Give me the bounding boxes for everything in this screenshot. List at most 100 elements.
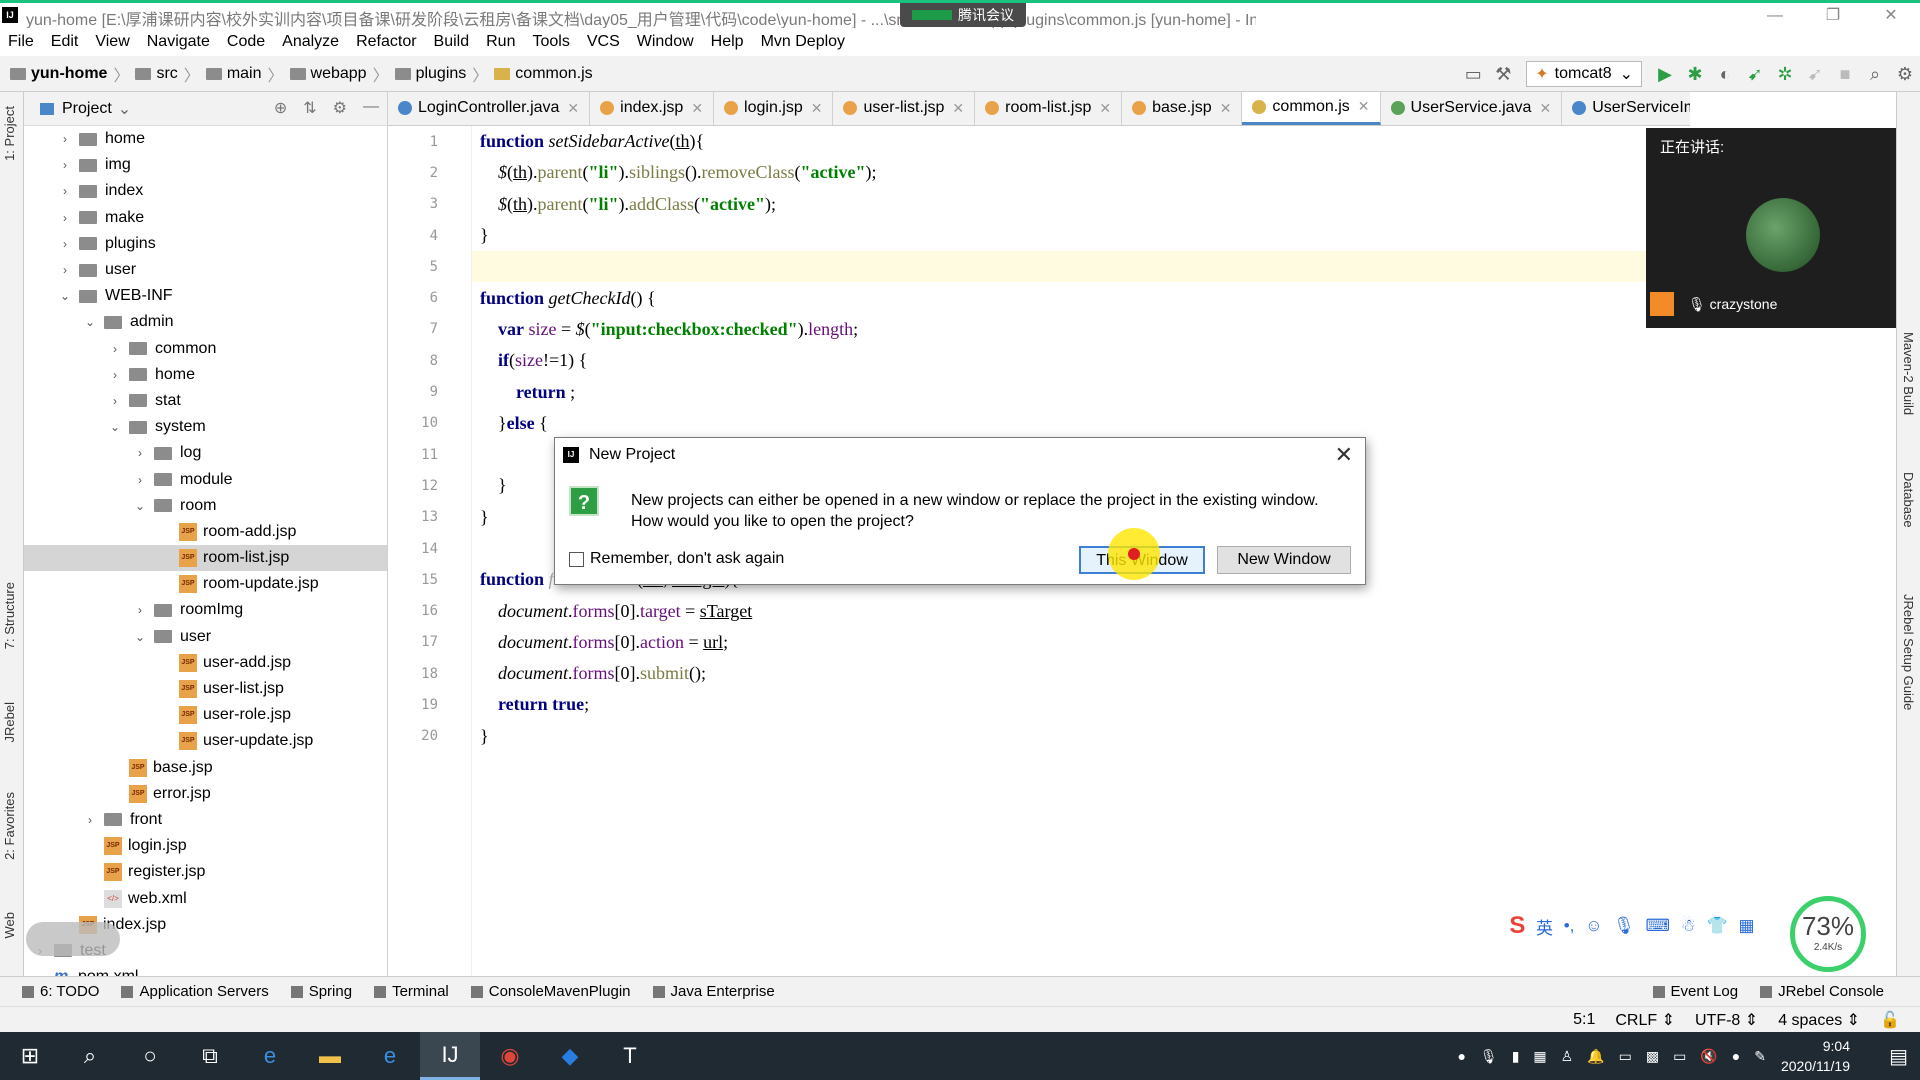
code-line[interactable]: 5: [430, 251, 1690, 283]
breadcrumb-item[interactable]: plugins 〉: [394, 62, 488, 86]
chevron-right-icon[interactable]: ›: [132, 603, 148, 617]
meeting-indicator[interactable]: 腾讯会议: [900, 3, 1026, 27]
run-icon[interactable]: ▶: [1650, 64, 1680, 85]
code-line[interactable]: 3 $(th).parent("li").addClass("active");: [430, 189, 1690, 220]
punctuation-icon[interactable]: •,: [1564, 916, 1575, 936]
network-icon[interactable]: ▭: [1619, 1048, 1632, 1065]
tree-node-web-inf[interactable]: ⌄ WEB-INF: [24, 283, 387, 309]
tree-node-user[interactable]: › user: [24, 257, 387, 283]
chevron-right-icon[interactable]: ›: [107, 342, 123, 356]
chevron-down-icon[interactable]: ⌄: [132, 499, 148, 513]
chevron-right-icon[interactable]: ›: [57, 132, 73, 146]
network-gauge[interactable]: 73% 2.4K/s: [1790, 896, 1866, 972]
tool-window-maven[interactable]: Maven-2 Build: [1901, 332, 1916, 415]
tool-window-web[interactable]: Web: [2, 912, 17, 939]
bottom-tool-application-servers[interactable]: Application Servers: [121, 983, 269, 1000]
hide-panel-icon[interactable]: —: [363, 98, 379, 118]
chevron-right-icon[interactable]: ›: [57, 263, 73, 277]
editor-tab[interactable]: login.jsp ✕: [714, 92, 834, 125]
ime-language[interactable]: 英: [1536, 914, 1553, 939]
close-tab-icon[interactable]: ✕: [1220, 100, 1232, 117]
tray-app-icon[interactable]: ●: [1457, 1048, 1465, 1064]
jrebel-run-icon[interactable]: ➹: [1740, 64, 1770, 85]
menu-item-analyze[interactable]: Analyze: [282, 33, 339, 51]
tree-node-base-jsp[interactable]: JSP base.jsp: [24, 755, 387, 781]
tool-window-structure[interactable]: 7: Structure: [2, 582, 17, 649]
search-icon[interactable]: ⌕: [60, 1032, 120, 1080]
editor-tab[interactable]: LoginController.java ✕: [388, 92, 591, 125]
chrome-icon[interactable]: ◉: [480, 1032, 540, 1080]
menu-item-mvn-deploy[interactable]: Mvn Deploy: [761, 33, 845, 51]
menu-item-view[interactable]: View: [95, 33, 129, 51]
tray-usb-icon[interactable]: ▮: [1512, 1048, 1520, 1065]
windows-start-icon[interactable]: ⊞: [0, 1032, 60, 1080]
tree-node-user[interactable]: ⌄ user: [24, 624, 387, 650]
chevron-right-icon[interactable]: ›: [82, 813, 98, 827]
tool-window-database[interactable]: Database: [1901, 472, 1916, 528]
menu-item-help[interactable]: Help: [711, 33, 744, 51]
collapse-all-icon[interactable]: ⇅: [303, 98, 316, 118]
code-line[interactable]: 7 var size = $("input:checkbox:checked")…: [430, 314, 1690, 345]
restore-icon[interactable]: ❐: [1804, 3, 1862, 31]
tree-node-error-jsp[interactable]: JSP error.jsp: [24, 781, 387, 807]
chevron-down-icon[interactable]: ⌄: [57, 289, 73, 303]
gear-icon[interactable]: ⚙: [333, 98, 347, 118]
tree-node-admin[interactable]: ⌄ admin: [24, 309, 387, 335]
breadcrumb-item[interactable]: main 〉: [205, 62, 284, 86]
code-line[interactable]: 2 $(th).parent("li").siblings().removeCl…: [430, 157, 1690, 188]
chevron-down-icon[interactable]: ⌄: [107, 420, 123, 434]
code-line[interactable]: 6 function getCheckId() {: [430, 282, 1690, 313]
code-line[interactable]: 20}: [421, 721, 1690, 752]
close-tab-icon[interactable]: ✕: [1358, 98, 1370, 115]
breadcrumb-item[interactable]: webapp 〉: [289, 62, 389, 86]
menu-item-tools[interactable]: Tools: [532, 33, 569, 51]
checkbox-box[interactable]: [569, 551, 584, 567]
emoji-icon[interactable]: ☺: [1585, 916, 1602, 936]
tray-qq-icon[interactable]: ♙: [1561, 1048, 1574, 1065]
close-tab-icon[interactable]: ✕: [691, 100, 703, 117]
tree-node-user-update-jsp[interactable]: JSP user-update.jsp: [24, 728, 387, 754]
intellij-taskbar-icon[interactable]: IJ: [420, 1032, 480, 1080]
tree-node-stat[interactable]: › stat: [24, 388, 387, 414]
tree-node-home[interactable]: › home: [24, 362, 387, 388]
tree-node-user-list-jsp[interactable]: JSP user-list.jsp: [24, 676, 387, 702]
code-line[interactable]: 18 document.forms[0].submit();: [421, 658, 1690, 689]
editor-tab[interactable]: index.jsp ✕: [590, 92, 715, 125]
editor-tab[interactable]: base.jsp ✕: [1122, 92, 1243, 125]
project-structure-icon[interactable]: ▭: [1458, 64, 1488, 85]
menu-item-edit[interactable]: Edit: [51, 33, 79, 51]
stop-icon[interactable]: ■: [1830, 64, 1860, 85]
tree-node-plugins[interactable]: › plugins: [24, 231, 387, 257]
chevron-right-icon[interactable]: ›: [57, 158, 73, 172]
menu-item-window[interactable]: Window: [637, 33, 694, 51]
remember-checkbox[interactable]: Remember, don't ask again: [569, 550, 784, 568]
chevron-right-icon[interactable]: ›: [57, 237, 73, 251]
tool-window-jrebel[interactable]: JRebel: [2, 702, 17, 742]
volume-muted-icon[interactable]: 🔇: [1700, 1048, 1717, 1065]
bottom-tool-jrebel-console[interactable]: JRebel Console: [1760, 983, 1884, 1000]
chevron-down-icon[interactable]: ⌄: [82, 315, 98, 329]
clock[interactable]: 9:04 2020/11/19: [1781, 1036, 1850, 1076]
tree-node-home[interactable]: › home: [24, 126, 387, 152]
tree-node-room[interactable]: ⌄ room: [24, 493, 387, 519]
status-item[interactable]: UTF-8 ⇕: [1695, 1010, 1758, 1030]
tool-window-jrebel-setup[interactable]: JRebel Setup Guide: [1901, 594, 1916, 710]
menu-item-code[interactable]: Code: [227, 33, 265, 51]
editor-tab[interactable]: room-list.jsp ✕: [975, 92, 1123, 125]
menu-item-refactor[interactable]: Refactor: [356, 33, 416, 51]
bottom-tool-terminal[interactable]: Terminal: [374, 983, 449, 1000]
ie-icon[interactable]: e: [240, 1032, 300, 1080]
file-explorer-icon[interactable]: ▬: [300, 1032, 360, 1080]
debug-icon[interactable]: ✱: [1680, 64, 1710, 85]
skin-icon[interactable]: 👕: [1707, 916, 1728, 936]
breadcrumb-item[interactable]: yun-home 〉: [10, 62, 129, 86]
tree-node-register-jsp[interactable]: JSP register.jsp: [24, 859, 387, 885]
microphone-icon[interactable]: 🎙: [1613, 916, 1635, 936]
menu-item-navigate[interactable]: Navigate: [147, 33, 210, 51]
menu-item-run[interactable]: Run: [486, 33, 515, 51]
tree-node-room-update-jsp[interactable]: JSP room-update.jsp: [24, 571, 387, 597]
tree-node-module[interactable]: › module: [24, 466, 387, 492]
tree-node-user-role-jsp[interactable]: JSP user-role.jsp: [24, 702, 387, 728]
status-item[interactable]: 4 spaces ⇕: [1778, 1010, 1860, 1030]
edge-icon[interactable]: e: [360, 1032, 420, 1080]
